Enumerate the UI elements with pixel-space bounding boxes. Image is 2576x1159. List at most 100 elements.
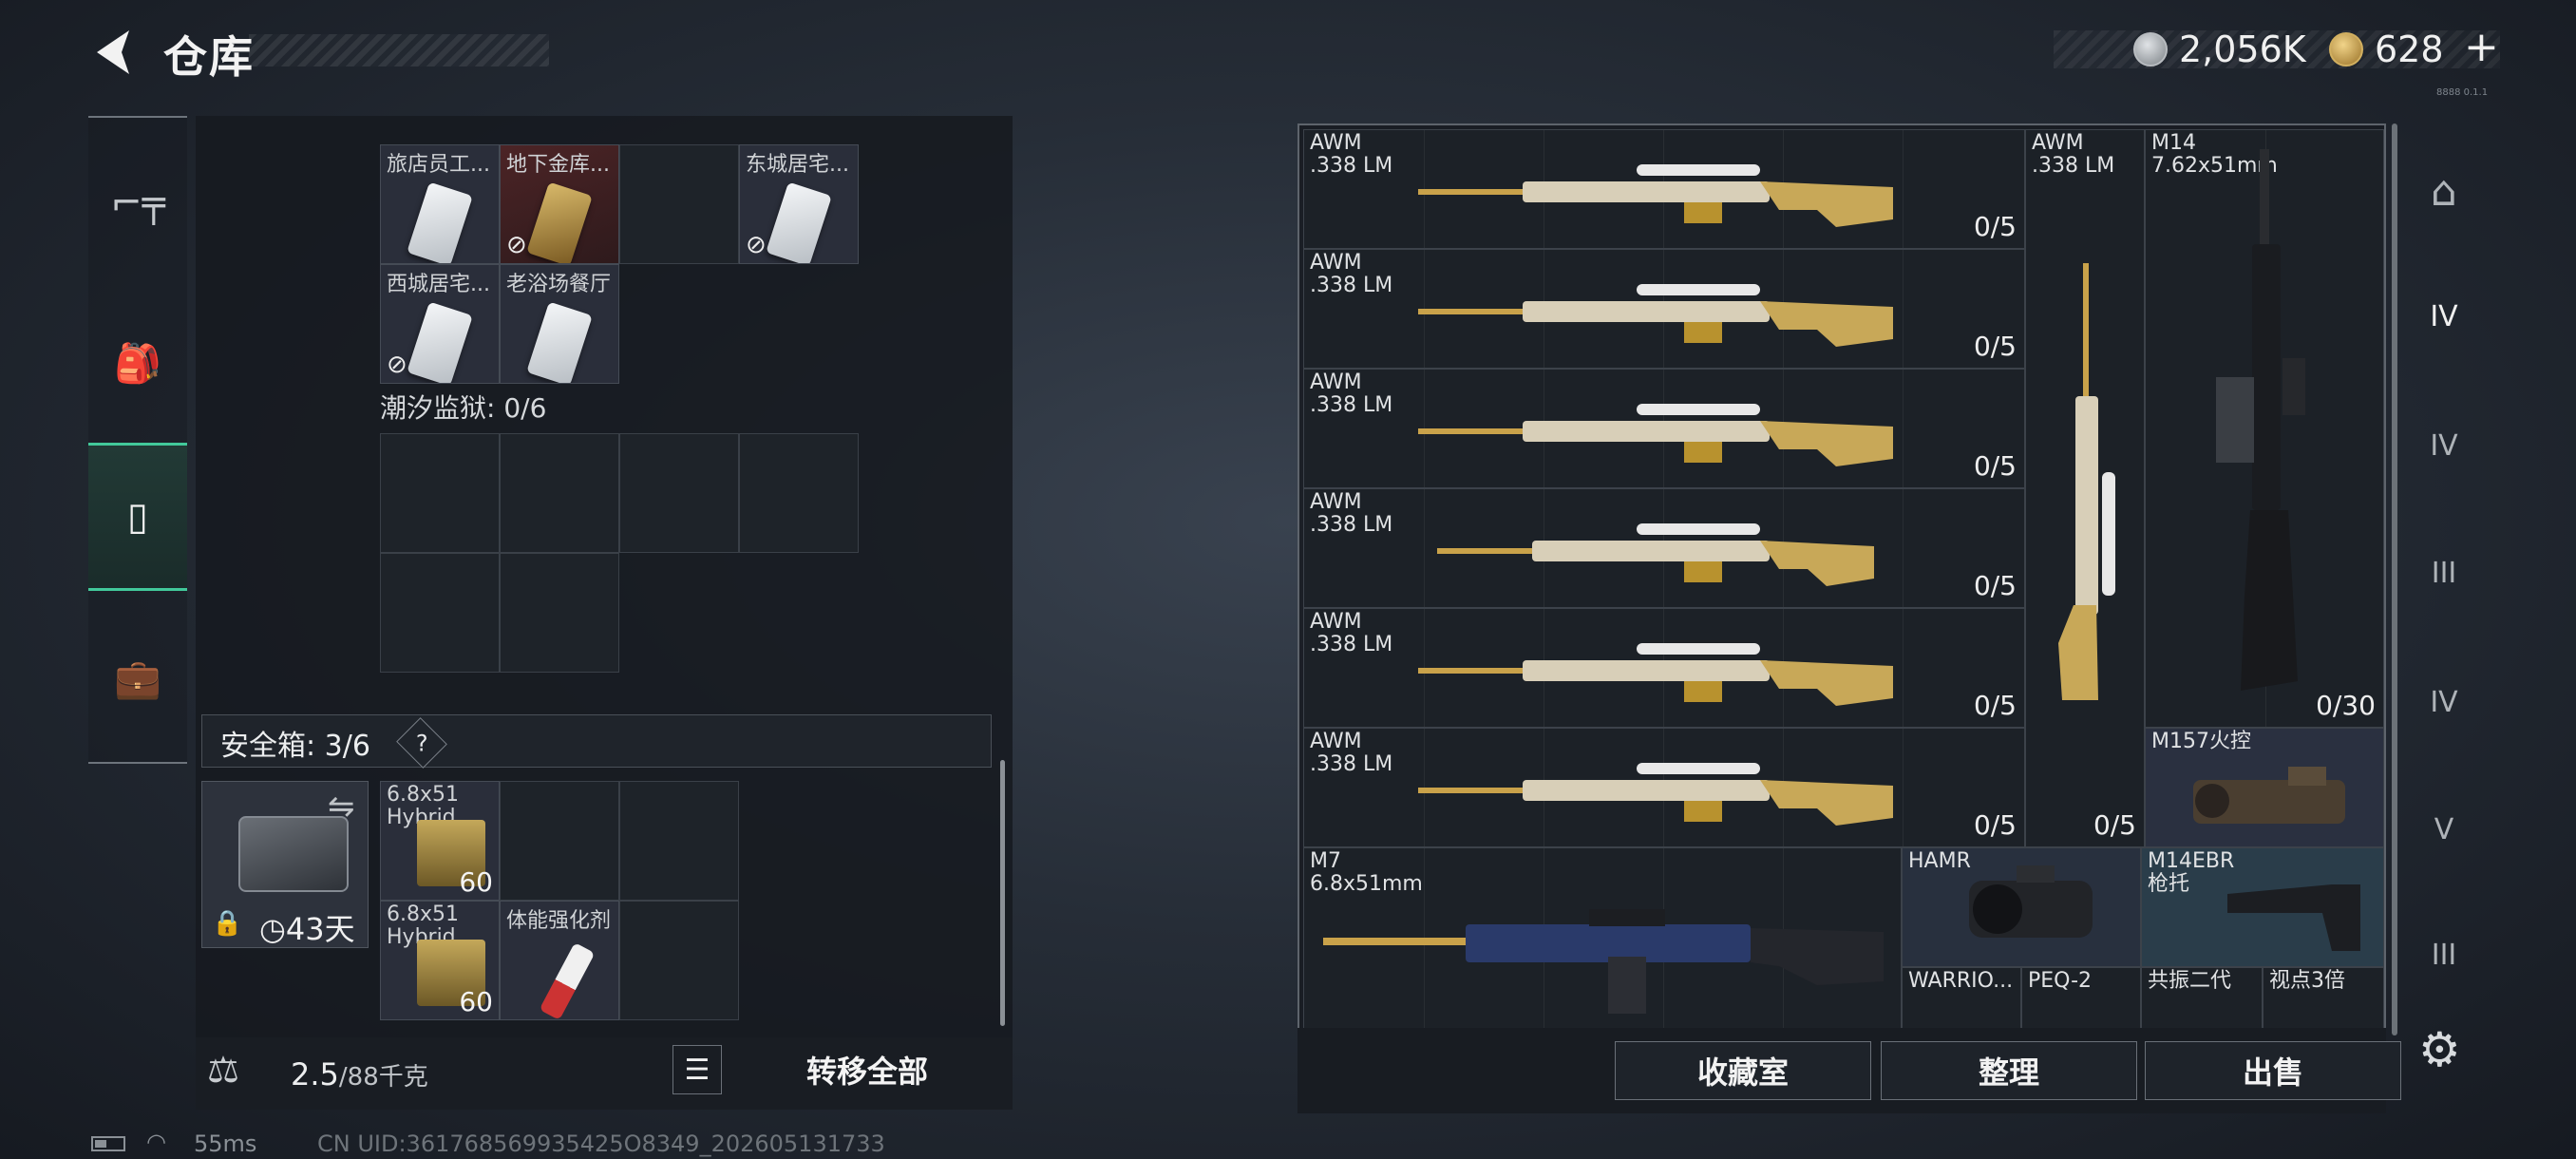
ping-text: 55ms (194, 1130, 257, 1157)
consumable-item[interactable]: 体能强化剂 (500, 901, 619, 1020)
swap-icon[interactable]: ⇋ (328, 788, 355, 826)
wifi-icon: ◠ (146, 1129, 166, 1155)
collection-room-button[interactable]: 收藏室 (1615, 1041, 1871, 1100)
settings-gear-icon[interactable]: ⚙ (2418, 1022, 2461, 1077)
empty-slot[interactable] (619, 901, 739, 1020)
attachment-item[interactable]: 视点3倍 (2263, 967, 2384, 1034)
no-loss-icon: ⊘ (506, 231, 527, 259)
silver-coin-icon (2133, 32, 2168, 66)
empty-slot[interactable] (739, 433, 859, 553)
secure-box-label: 安全箱: 3/6 (220, 730, 370, 763)
misc-tier-icon: V (2434, 812, 2454, 846)
briefcase-icon: 💼 (114, 656, 161, 701)
scope-icon (1969, 865, 2093, 938)
right-nav-weapon[interactable]: IV (2409, 281, 2479, 352)
weapon-item[interactable]: AWM .338 LM 0/5 (1303, 728, 2025, 847)
right-nav-helmet[interactable]: ⌂ (2409, 156, 2479, 226)
weapon-item[interactable]: AWM .338 LM 0/5 (1303, 129, 2025, 249)
keycard-icon (407, 181, 473, 263)
weapon-item[interactable]: AWM .338 LM 0/5 (1303, 608, 2025, 728)
gun-icon: ⌐╤ (110, 181, 165, 225)
weight-icon: ⚖ (207, 1049, 240, 1091)
attachment-item[interactable]: M157火控 (2145, 728, 2384, 847)
helmet-icon: ⌂ (2431, 166, 2457, 216)
weapon-item[interactable]: AWM .338 LM 0/5 (2025, 129, 2145, 847)
key-item[interactable]: 地下金库... ⊘ (500, 144, 619, 264)
attachment-item[interactable]: WARRIO... (1902, 967, 2021, 1034)
attachment-item[interactable]: PEQ-2 (2021, 967, 2141, 1034)
folder-tier-icon: IV (2430, 428, 2458, 463)
battery-icon (91, 1136, 125, 1151)
right-nav-misc[interactable]: V (2409, 794, 2479, 864)
container-panel: 旅店员工... 地下金库... ⊘ 东城居宅... ⊘ 西城居宅... ⊘ 老浴… (196, 116, 1013, 1110)
empty-slot[interactable] (500, 781, 619, 901)
key-item[interactable]: 旅店员工... (380, 144, 500, 264)
key-item[interactable]: 西城居宅... ⊘ (380, 264, 500, 384)
weapon-tier-icon: IV (2430, 299, 2458, 333)
list-icon: ☰ (684, 1053, 710, 1087)
stock-icon (2227, 884, 2360, 951)
key-item[interactable]: 老浴场餐厅 (500, 264, 619, 384)
nav-weapon[interactable]: ⌐╤ (88, 152, 187, 255)
sniper-rifle-icon (1418, 404, 1893, 466)
sniper-rifle-icon (1437, 523, 1874, 586)
right-nav-collectibles[interactable]: III (2409, 920, 2479, 990)
syringe-icon (539, 942, 596, 1019)
ammo-item[interactable]: 6.8x51 Hybrid 60 (380, 781, 500, 901)
sniper-rifle-icon (1418, 284, 1893, 347)
right-nav-gear[interactable]: III (2409, 538, 2479, 608)
secure-case[interactable]: ⇋ 🔒 ◷43天 (201, 781, 369, 948)
empty-slot[interactable] (500, 553, 619, 673)
key-item[interactable]: 东城居宅... ⊘ (739, 144, 859, 264)
empty-slot[interactable] (619, 433, 739, 553)
right-nav-folder[interactable]: IV (2409, 410, 2479, 481)
back-button[interactable] (87, 27, 137, 78)
sniper-rifle-icon (1418, 164, 1893, 227)
weapon-item[interactable]: M14 7.62x51mm 0/30 (2145, 129, 2384, 728)
attachment-item[interactable]: 共振二代 (2141, 967, 2263, 1034)
right-nav-supplies[interactable]: IV (2409, 667, 2479, 737)
sell-button[interactable]: 出售 (2145, 1041, 2401, 1100)
container-icon: ▯ (126, 495, 148, 539)
empty-slot[interactable] (380, 433, 500, 553)
version-text: 8888 0.1.1 (2436, 87, 2489, 98)
empty-slot[interactable] (500, 433, 619, 553)
gold-coin-icon (2329, 32, 2363, 66)
attachment-item[interactable]: HAMR (1902, 847, 2141, 967)
no-loss-icon: ⊘ (746, 231, 767, 259)
collectible-tier-icon: III (2431, 938, 2457, 972)
gold-amount: 628 (2375, 28, 2444, 70)
empty-slot[interactable] (380, 553, 500, 673)
title-decoration (249, 34, 549, 66)
empty-slot[interactable] (619, 781, 739, 901)
nav-briefcase[interactable]: 💼 (88, 627, 187, 730)
empty-slot[interactable] (619, 144, 739, 264)
weapon-item[interactable]: AWM .338 LM 0/5 (1303, 369, 2025, 488)
transfer-all-button[interactable]: 转移全部 (737, 1041, 997, 1098)
weapon-item[interactable]: AWM .338 LM 0/5 (1303, 249, 2025, 369)
sniper-rifle-vertical-icon (2058, 263, 2115, 700)
gear-tier-icon: III (2431, 556, 2457, 590)
add-currency-button[interactable]: + (2464, 23, 2499, 71)
keycard-icon (526, 301, 593, 383)
weapon-item[interactable]: AWM .338 LM 0/5 (1303, 488, 2025, 608)
attachment-item[interactable]: M14EBR 枪托 (2141, 847, 2384, 967)
uid-text: CN UID:361768569935425O8349_202605131733 (317, 1130, 885, 1157)
nav-container[interactable]: ▯ (88, 443, 187, 591)
nav-backpack[interactable]: 🎒 (88, 312, 187, 414)
chevron-left-icon (97, 30, 129, 74)
list-view-button[interactable]: ☰ (672, 1045, 722, 1094)
sniper-rifle-icon (1418, 763, 1893, 826)
panel-scrollbar[interactable] (1000, 760, 1005, 1026)
weapon-item[interactable]: M7 6.8x51mm (1303, 847, 1902, 1034)
sort-button[interactable]: 整理 (1881, 1041, 2137, 1100)
warehouse-panel: AWM .338 LM 0/5 AWM .338 LM 0/5 AWM .338… (1297, 124, 2386, 1037)
help-label: ? (415, 730, 428, 756)
assault-rifle-icon (1323, 909, 1884, 1014)
case-icon (238, 816, 349, 892)
no-loss-icon: ⊘ (387, 351, 407, 379)
warehouse-scrollbar[interactable] (2392, 124, 2397, 1036)
keycard-icon (766, 181, 832, 263)
ammo-item[interactable]: 6.8x51 Hybrid 60 (380, 901, 500, 1020)
keycard-icon (407, 301, 473, 383)
